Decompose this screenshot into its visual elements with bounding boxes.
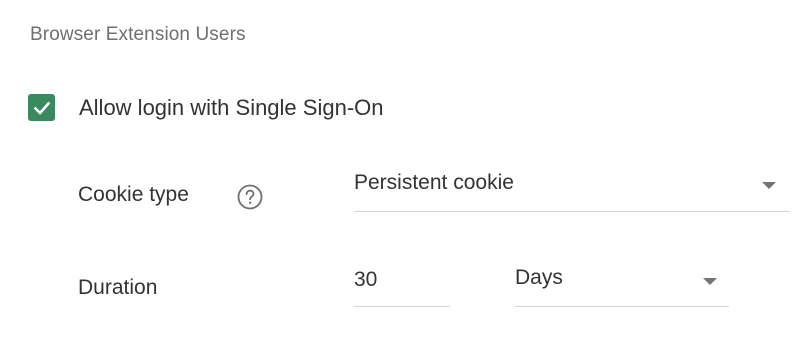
cookie-type-label: Cookie type <box>78 183 189 206</box>
duration-input[interactable] <box>354 268 450 292</box>
sso-checkbox-row[interactable]: Allow login with Single Sign-On <box>28 94 384 121</box>
sso-checkbox-label: Allow login with Single Sign-On <box>79 94 384 120</box>
cookie-type-select[interactable]: Persistent cookie <box>354 168 790 212</box>
section-title: Browser Extension Users <box>30 24 246 45</box>
duration-field[interactable] <box>354 262 450 307</box>
chevron-down-icon <box>703 278 717 285</box>
help-circle-icon[interactable] <box>236 183 264 211</box>
duration-unit-value: Days <box>515 266 563 289</box>
chevron-down-icon <box>762 182 776 189</box>
duration-unit-select[interactable]: Days <box>515 262 729 307</box>
sso-checkbox[interactable] <box>28 94 55 121</box>
checkmark-icon <box>33 101 50 115</box>
cookie-type-value: Persistent cookie <box>354 171 514 194</box>
duration-label: Duration <box>78 276 158 299</box>
